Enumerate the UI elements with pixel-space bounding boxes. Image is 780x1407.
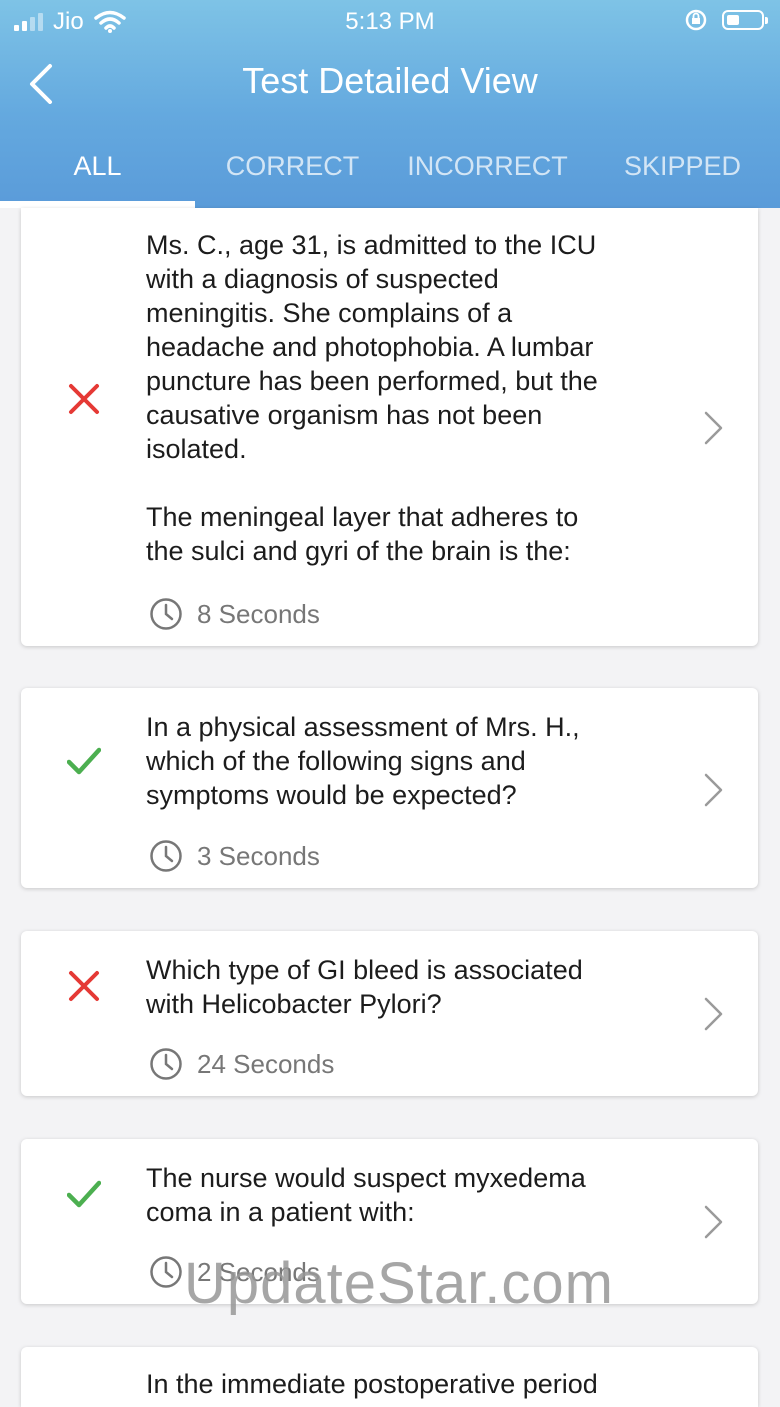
question-text: In a physical assessment of Mrs. H., whi…	[146, 712, 580, 810]
cross-icon	[69, 384, 99, 414]
clock-icon	[150, 1256, 182, 1288]
app-header: Jio 5:13 PM Test Detailed View ALL CORRE	[0, 0, 780, 208]
question-text: The nurse would suspect myxedema coma in…	[146, 1163, 586, 1227]
title-row: Test Detailed View	[0, 52, 780, 112]
question-text: In the immediate postoperative period	[146, 1369, 598, 1399]
clock-icon	[150, 840, 182, 872]
page-title: Test Detailed View	[242, 60, 538, 101]
rotation-lock-icon	[685, 9, 707, 31]
chevron-right-icon[interactable]	[701, 770, 727, 810]
question-card[interactable]: In the immediate postoperative period	[21, 1347, 758, 1407]
tab-incorrect[interactable]: INCORRECT	[390, 138, 585, 208]
time-spent: 24 Seconds	[149, 1047, 334, 1081]
filter-tabs: ALL CORRECT INCORRECT SKIPPED	[0, 138, 780, 208]
clock-icon	[150, 1048, 182, 1080]
question-card[interactable]: In a physical assessment of Mrs. H., whi…	[21, 688, 758, 888]
question-card[interactable]: Which type of GI bleed is associated wit…	[21, 931, 758, 1096]
tab-skipped[interactable]: SKIPPED	[585, 138, 780, 208]
tab-all[interactable]: ALL	[0, 138, 195, 208]
time-spent: 3 Seconds	[149, 839, 320, 873]
clock-icon	[150, 598, 182, 630]
status-time: 5:13 PM	[345, 8, 435, 35]
cross-icon	[69, 971, 99, 1001]
tab-correct[interactable]: CORRECT	[195, 138, 390, 208]
question-text: Ms. C., age 31, is admitted to the ICU w…	[146, 230, 598, 566]
time-spent-label: 8 Seconds	[197, 598, 320, 629]
time-spent-label: 24 Seconds	[197, 1048, 335, 1079]
check-icon	[67, 747, 101, 775]
status-bar: Jio 5:13 PM	[0, 0, 780, 44]
time-spent-label: 3 Seconds	[197, 840, 320, 871]
chevron-right-icon[interactable]	[701, 1202, 727, 1242]
check-icon	[67, 1180, 101, 1208]
status-indicators	[684, 8, 768, 32]
question-text: Which type of GI bleed is associated wit…	[146, 955, 583, 1019]
chevron-right-icon[interactable]	[701, 408, 727, 448]
time-spent: 8 Seconds	[149, 597, 320, 631]
battery-icon	[722, 10, 768, 30]
question-card[interactable]: Ms. C., age 31, is admitted to the ICU w…	[21, 208, 758, 646]
chevron-right-icon[interactable]	[701, 994, 727, 1034]
watermark: UpdateStar.com	[184, 1251, 614, 1316]
